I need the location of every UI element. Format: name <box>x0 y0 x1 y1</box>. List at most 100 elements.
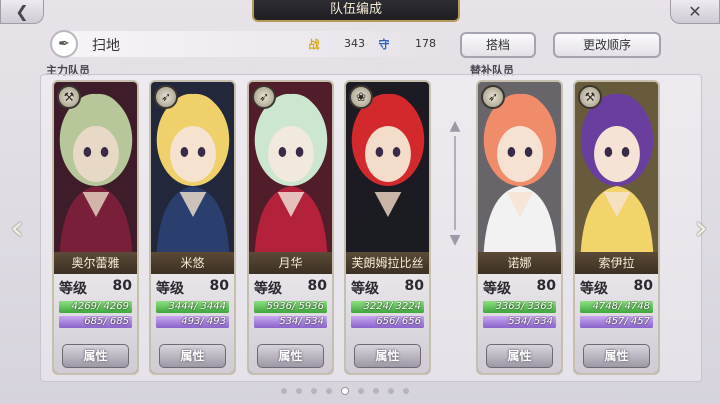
unit-card[interactable]: ➶ 诺娜 等级 80 3363/ 3363 534/ 534 属性 <box>476 80 563 375</box>
page-dot[interactable] <box>341 387 349 395</box>
bow-icon: ➶ <box>252 85 276 109</box>
unit-name: 索伊拉 <box>575 252 658 274</box>
page-dot[interactable] <box>388 388 394 394</box>
hp-value: 4748/ 4748 <box>592 301 650 312</box>
attribute-button[interactable]: 属性 <box>354 344 421 368</box>
page-dot[interactable] <box>373 388 379 394</box>
sp-value: 534/ 534 <box>279 316 324 327</box>
level-label: 等级 <box>59 281 87 297</box>
page-dot[interactable] <box>311 388 317 394</box>
sp-value: 493/ 493 <box>181 316 226 327</box>
sp-bar: 685/ 685 <box>59 316 132 328</box>
hp-bar: 4748/ 4748 <box>580 301 653 313</box>
level-row: 等级 80 <box>156 278 229 298</box>
hp-value: 3363/ 3363 <box>495 301 553 312</box>
attribute-button[interactable]: 属性 <box>486 344 553 368</box>
level-value: 80 <box>307 278 327 294</box>
close-icon: ✕ <box>688 2 702 21</box>
arrow-down-icon: ▼ <box>449 232 461 248</box>
unit-portrait[interactable]: ➶ <box>478 82 561 252</box>
attack-power-icon: 战 <box>308 38 320 51</box>
sp-bar: 534/ 534 <box>254 316 327 328</box>
sp-value: 534/ 534 <box>508 316 553 327</box>
page-dot[interactable] <box>403 388 409 394</box>
close-button[interactable]: ✕ <box>670 0 720 24</box>
sp-value: 685/ 685 <box>84 316 129 327</box>
defense-power-value: 178 <box>415 37 436 50</box>
unit-portrait[interactable]: ❀ <box>346 82 429 252</box>
level-row: 等级 80 <box>483 278 556 298</box>
unit-name: 诺娜 <box>478 252 561 274</box>
hp-bar: 4269/ 4269 <box>59 301 132 313</box>
level-row: 等级 80 <box>580 278 653 298</box>
attribute-button[interactable]: 属性 <box>257 344 324 368</box>
level-row: 等级 80 <box>351 278 424 298</box>
page-dot[interactable] <box>358 388 364 394</box>
axe-icon: ⚒ <box>57 85 81 109</box>
bow-icon: ➶ <box>154 85 178 109</box>
team-name-bar: ✒ 扫地 战 343 守 178 <box>50 30 442 58</box>
page-dot[interactable] <box>281 388 287 394</box>
hp-bar: 3224/ 3224 <box>351 301 424 313</box>
hp-value: 3224/ 3224 <box>363 301 421 312</box>
sp-value: 656/ 656 <box>376 316 421 327</box>
level-label: 等级 <box>254 281 282 297</box>
page-dot[interactable] <box>326 388 332 394</box>
unit-portrait[interactable]: ⚒ <box>575 82 658 252</box>
sp-bar: 656/ 656 <box>351 316 424 328</box>
main-sub-divider: ▲ ▼ <box>449 118 461 248</box>
attack-power-value: 343 <box>344 37 365 50</box>
level-row: 等级 80 <box>254 278 327 298</box>
level-label: 等级 <box>483 281 511 297</box>
sp-bar: 457/ 457 <box>580 316 653 328</box>
screen-title: 队伍编成 <box>252 0 460 22</box>
unit-stats: 等级 80 3444/ 3444 493/ 493 属性 <box>151 274 234 373</box>
level-label: 等级 <box>580 281 608 297</box>
change-order-button[interactable]: 更改顺序 <box>553 32 661 58</box>
level-value: 80 <box>633 278 653 294</box>
unit-card[interactable]: ⚒ 索伊拉 等级 80 4748/ 4748 457/ 457 属性 <box>573 80 660 375</box>
magic-icon: ❀ <box>349 85 373 109</box>
level-value: 80 <box>404 278 424 294</box>
sp-bar: 534/ 534 <box>483 316 556 328</box>
unit-portrait[interactable]: ➶ <box>249 82 332 252</box>
sp-value: 457/ 457 <box>605 316 650 327</box>
level-label: 等级 <box>156 281 184 297</box>
unit-name: 月华 <box>249 252 332 274</box>
level-value: 80 <box>112 278 132 294</box>
chevron-right-icon: › <box>694 208 708 248</box>
unit-stats: 等级 80 3224/ 3224 656/ 656 属性 <box>346 274 429 373</box>
hp-bar: 5936/ 5936 <box>254 301 327 313</box>
quill-icon: ✒ <box>58 36 70 52</box>
unit-card[interactable]: ➶ 月华 等级 80 5936/ 5936 534/ 534 属性 <box>247 80 334 375</box>
hp-bar: 3363/ 3363 <box>483 301 556 313</box>
hp-value: 4269/ 4269 <box>71 301 129 312</box>
hp-bar: 3444/ 3444 <box>156 301 229 313</box>
unit-card[interactable]: ⚒ 奥尔蕾雅 等级 80 4269/ 4269 685/ 685 属性 <box>52 80 139 375</box>
hp-value: 5936/ 5936 <box>266 301 324 312</box>
level-row: 等级 80 <box>59 278 132 298</box>
sp-bar: 493/ 493 <box>156 316 229 328</box>
unit-name: 奥尔蕾雅 <box>54 252 137 274</box>
rename-team-button[interactable]: ✒ <box>50 30 78 58</box>
axe-icon: ⚒ <box>578 85 602 109</box>
partner-button[interactable]: 搭档 <box>460 32 536 58</box>
unit-stats: 等级 80 4269/ 4269 685/ 685 属性 <box>54 274 137 373</box>
back-arrow-icon: ❮ <box>15 2 29 21</box>
unit-stats: 等级 80 5936/ 5936 534/ 534 属性 <box>249 274 332 373</box>
next-team-button[interactable]: › <box>688 206 714 250</box>
page-dot[interactable] <box>296 388 302 394</box>
unit-portrait[interactable]: ➶ <box>151 82 234 252</box>
attribute-button[interactable]: 属性 <box>62 344 129 368</box>
level-value: 80 <box>209 278 229 294</box>
page-indicator <box>281 387 409 395</box>
unit-card[interactable]: ❀ 芙朗姆拉比丝 等级 80 3224/ 3224 656/ 656 属性 <box>344 80 431 375</box>
attribute-button[interactable]: 属性 <box>159 344 226 368</box>
unit-card[interactable]: ➶ 米悠 等级 80 3444/ 3444 493/ 493 属性 <box>149 80 236 375</box>
attribute-button[interactable]: 属性 <box>583 344 650 368</box>
back-button[interactable]: ❮ <box>0 0 44 24</box>
prev-team-button[interactable]: ‹ <box>4 206 30 250</box>
divider-line <box>454 136 456 230</box>
unit-stats: 等级 80 3363/ 3363 534/ 534 属性 <box>478 274 561 373</box>
unit-portrait[interactable]: ⚒ <box>54 82 137 252</box>
